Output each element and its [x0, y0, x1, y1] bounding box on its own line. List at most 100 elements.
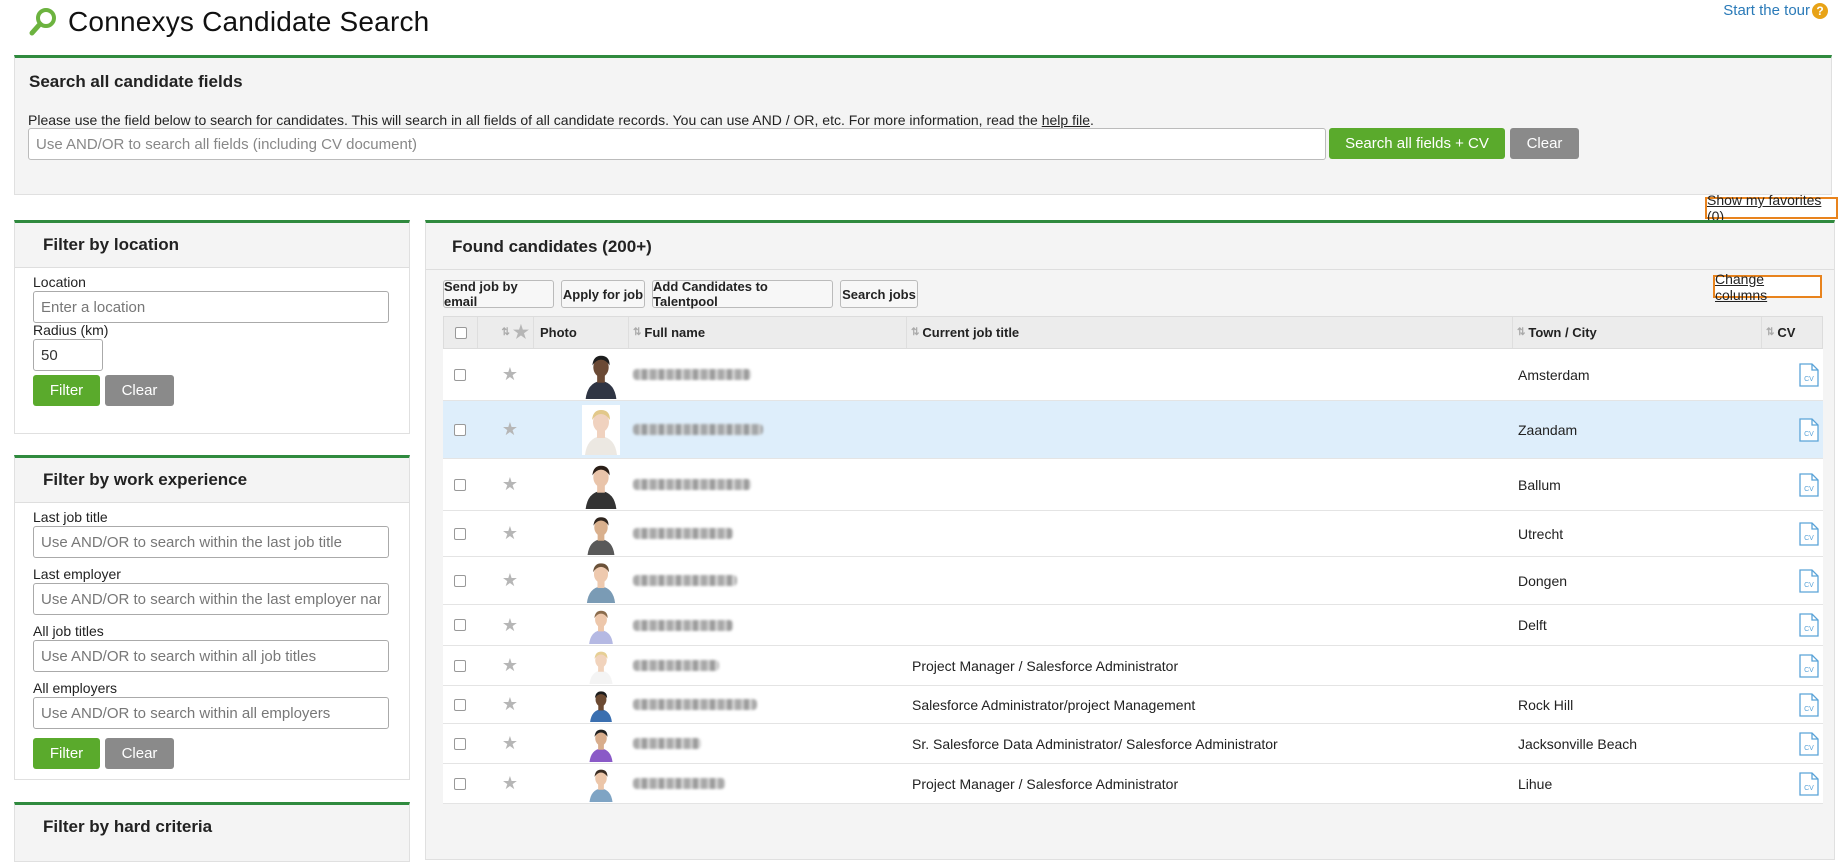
cv-document-icon[interactable]: CV [1799, 731, 1819, 756]
cv-document-icon[interactable]: CV [1799, 568, 1819, 593]
cv-document-icon[interactable]: CV [1799, 472, 1819, 497]
work-experience-clear-button[interactable]: Clear [105, 738, 174, 769]
radius-input[interactable] [33, 339, 103, 371]
favorite-star-icon[interactable]: ★ [502, 733, 518, 754]
job-title-cell [912, 511, 1512, 556]
favorite-star-icon[interactable]: ★ [502, 615, 518, 636]
last-employer-input[interactable] [33, 583, 389, 615]
table-row[interactable]: ★ Project Manager / Salesforce Administra… [443, 764, 1823, 804]
full-name-cell[interactable] [633, 401, 905, 458]
favorite-star-icon[interactable]: ★ [502, 474, 518, 495]
header-cv[interactable]: ⇅ CV [1762, 317, 1822, 348]
last-job-title-label: Last job title [33, 509, 108, 525]
location-clear-button[interactable]: Clear [105, 375, 174, 406]
filter-hard-criteria-heading: Filter by hard criteria [43, 817, 213, 836]
all-job-titles-input[interactable] [33, 640, 389, 672]
row-checkbox[interactable] [454, 423, 466, 436]
table-row[interactable]: ★ Sr. Salesforce Data Administrator/ Sale… [443, 724, 1823, 764]
header-photo-label: Photo [540, 325, 577, 340]
search-jobs-button[interactable]: Search jobs [840, 280, 918, 308]
table-row[interactable]: ★ Amsterdam CV [443, 349, 1823, 401]
last-job-title-input[interactable] [33, 526, 389, 558]
row-checkbox[interactable] [454, 619, 466, 631]
change-columns-link[interactable]: Change columns [1713, 271, 1822, 303]
row-checkbox[interactable] [454, 478, 466, 491]
sort-icon: ⇅ [911, 327, 919, 338]
row-checkbox[interactable] [454, 574, 466, 587]
cv-document-icon[interactable]: CV [1799, 417, 1819, 442]
favorite-star-icon[interactable]: ★ [502, 694, 518, 715]
results-panel: Found candidates (200+) Send job by emai… [425, 220, 1835, 860]
favorite-star-icon[interactable]: ★ [502, 364, 518, 385]
avatar [586, 647, 615, 684]
search-all-button[interactable]: Search all fields + CV [1329, 128, 1505, 159]
sort-icon: ⇅ [1766, 327, 1774, 338]
photo-cell [533, 511, 628, 556]
all-employers-input[interactable] [33, 697, 389, 729]
blurred-name [633, 369, 751, 380]
row-checkbox[interactable] [454, 777, 466, 790]
cv-document-icon[interactable]: CV [1799, 613, 1819, 637]
select-all-checkbox[interactable] [454, 326, 467, 339]
location-filter-button[interactable]: Filter [33, 375, 100, 406]
row-checkbox[interactable] [454, 368, 466, 381]
header-favorite-cell[interactable]: ⇅ ★ [478, 317, 534, 348]
full-name-cell[interactable] [633, 605, 905, 645]
full-name-cell[interactable] [633, 686, 905, 723]
blurred-name [633, 479, 751, 490]
select-cell [443, 605, 477, 645]
table-row[interactable]: ★ Salesforce Administrator/project Manage… [443, 686, 1823, 724]
avatar [587, 687, 614, 722]
location-input[interactable] [33, 291, 389, 323]
header-full-name[interactable]: ⇅ Full name [629, 317, 907, 348]
results-heading: Found candidates (200+) [452, 237, 652, 256]
show-favorites-link[interactable]: Show my favorites (0) [1705, 192, 1838, 224]
town-cell: Amsterdam [1518, 366, 1590, 383]
avatar [586, 725, 615, 762]
table-row[interactable]: ★ Zaandam CV [443, 401, 1823, 459]
table-row[interactable]: ★ Project Manager / Salesforce Administra… [443, 646, 1823, 686]
favorite-star-icon[interactable]: ★ [502, 655, 518, 676]
full-name-cell[interactable] [633, 511, 905, 556]
search-all-input[interactable] [28, 128, 1326, 160]
full-name-cell[interactable] [633, 646, 905, 685]
radius-label: Radius (km) [33, 322, 109, 338]
full-name-cell[interactable] [633, 557, 905, 604]
favorite-star-icon[interactable]: ★ [502, 419, 518, 440]
full-name-cell[interactable] [633, 459, 905, 510]
favorite-star-icon[interactable]: ★ [502, 773, 518, 794]
cv-document-icon[interactable]: CV [1799, 653, 1819, 678]
job-title-cell [912, 459, 1512, 510]
add-to-talentpool-button[interactable]: Add Candidates to Talentpool [652, 279, 833, 309]
cv-document-icon[interactable]: CV [1799, 692, 1819, 717]
search-clear-button[interactable]: Clear [1510, 128, 1579, 159]
row-checkbox[interactable] [454, 737, 466, 750]
table-row[interactable]: ★ Ballum CV [443, 459, 1823, 511]
full-name-cell[interactable] [633, 764, 905, 803]
apply-for-job-button[interactable]: Apply for job [561, 280, 645, 308]
cv-document-icon[interactable]: CV [1799, 362, 1819, 387]
work-experience-filter-button[interactable]: Filter [33, 738, 100, 769]
send-job-by-email-button[interactable]: Send job by email [443, 279, 554, 309]
row-checkbox[interactable] [454, 659, 466, 672]
table-row[interactable]: ★ Delft CV [443, 605, 1823, 646]
cv-document-icon[interactable]: CV [1799, 521, 1819, 546]
help-file-link[interactable]: help file [1042, 112, 1090, 128]
favorite-star-icon[interactable]: ★ [502, 570, 518, 591]
favorite-star-icon[interactable]: ★ [502, 523, 518, 544]
start-tour-link[interactable]: Start the tour ? [1723, 2, 1828, 19]
header-job-title[interactable]: ⇅ Current job title [907, 317, 1513, 348]
full-name-cell[interactable] [633, 724, 905, 763]
favorite-cell: ★ [477, 349, 533, 400]
avatar [583, 558, 618, 603]
table-row[interactable]: ★ Utrecht CV [443, 511, 1823, 557]
cv-cell: CV [1761, 686, 1821, 723]
blurred-name [633, 738, 701, 749]
full-name-cell[interactable] [633, 349, 905, 400]
row-checkbox[interactable] [454, 527, 466, 540]
header-town[interactable]: ⇅ Town / City [1513, 317, 1762, 348]
row-checkbox[interactable] [454, 698, 466, 711]
cv-document-icon[interactable]: CV [1799, 771, 1819, 796]
header-photo[interactable]: Photo [534, 317, 629, 348]
table-row[interactable]: ★ Dongen CV [443, 557, 1823, 605]
